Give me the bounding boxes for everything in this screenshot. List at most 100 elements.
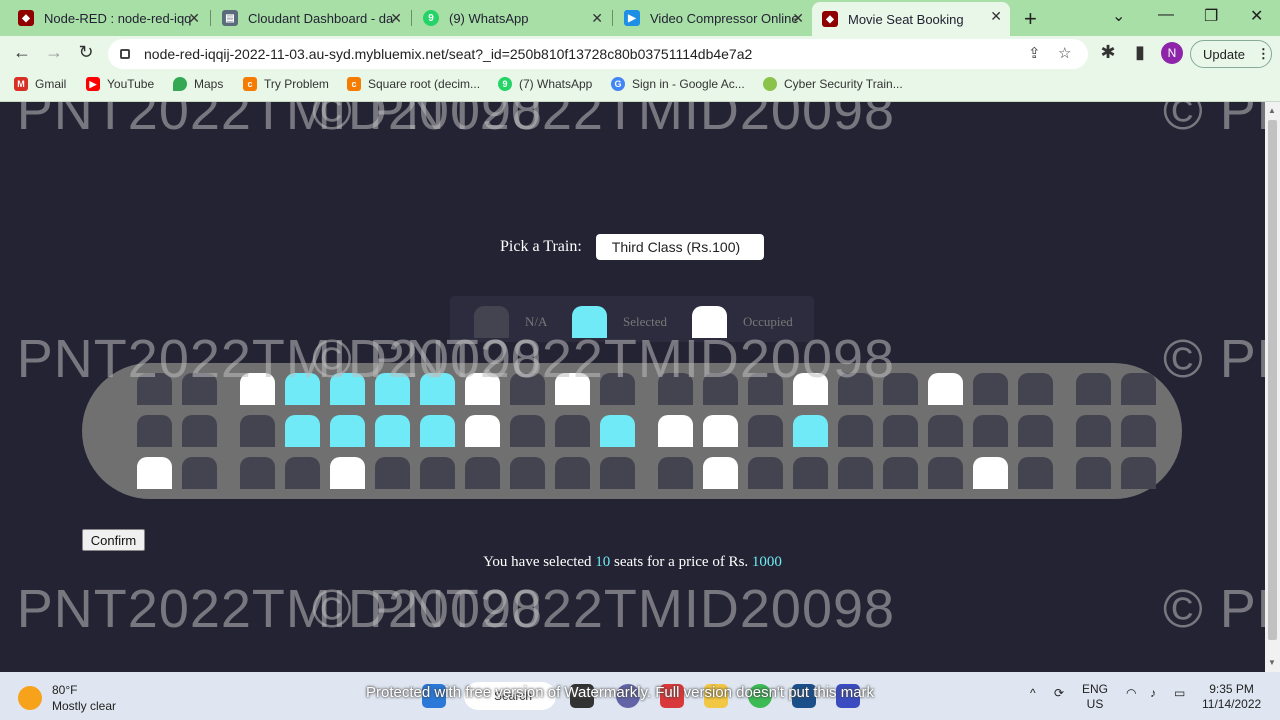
bookmark-google-signin[interactable]: G Sign in - Google Ac... xyxy=(611,77,745,91)
language-indicator[interactable]: ENG US xyxy=(1082,682,1108,712)
seat-available[interactable] xyxy=(748,373,783,405)
seat-available[interactable] xyxy=(420,457,455,489)
seat-available[interactable] xyxy=(465,457,500,489)
seat-selected[interactable] xyxy=(375,415,410,447)
seat-available[interactable] xyxy=(1018,457,1053,489)
volume-icon[interactable]: ♪ xyxy=(1150,686,1156,701)
seat-available[interactable] xyxy=(285,457,320,489)
seat-selected[interactable] xyxy=(420,415,455,447)
bookmark-youtube[interactable]: ▶ YouTube xyxy=(86,77,154,91)
seat-available[interactable] xyxy=(1076,457,1111,489)
star-icon[interactable]: ☆ xyxy=(1058,44,1071,62)
seat-available[interactable] xyxy=(883,373,918,405)
tab-whatsapp[interactable]: 9 (9) WhatsApp ✕ xyxy=(413,4,611,32)
seat-available[interactable] xyxy=(240,457,275,489)
close-icon[interactable]: ✕ xyxy=(591,10,603,27)
seat-selected[interactable] xyxy=(330,415,365,447)
seat-available[interactable] xyxy=(182,373,217,405)
seat-selected[interactable] xyxy=(420,373,455,405)
seat-available[interactable] xyxy=(1076,415,1111,447)
seat-available[interactable] xyxy=(793,457,828,489)
address-bar[interactable]: node-red-iqqij-2022-11-03.au-syd.mybluem… xyxy=(108,39,1088,69)
seat-selected[interactable] xyxy=(793,415,828,447)
bookmark-try-problem[interactable]: c Try Problem xyxy=(243,77,329,91)
close-window-icon[interactable]: ✕ xyxy=(1250,6,1263,26)
sync-icon[interactable]: ⟳ xyxy=(1054,686,1064,701)
seat-available[interactable] xyxy=(838,373,873,405)
seat-available[interactable] xyxy=(600,457,635,489)
minimize-icon[interactable]: — xyxy=(1158,6,1174,24)
seat-available[interactable] xyxy=(658,457,693,489)
seat-available[interactable] xyxy=(510,457,545,489)
update-button[interactable]: Update ⋮ xyxy=(1190,40,1272,68)
seat-available[interactable] xyxy=(510,415,545,447)
seat-available[interactable] xyxy=(928,457,963,489)
seat-available[interactable] xyxy=(748,415,783,447)
side-panel-icon[interactable]: ▮ xyxy=(1128,42,1152,63)
tab-search-icon[interactable]: ⌄ xyxy=(1112,6,1125,26)
bookmark-gmail[interactable]: M Gmail xyxy=(14,77,66,91)
chevron-up-icon[interactable]: ^ xyxy=(1030,686,1036,701)
seat-available[interactable] xyxy=(137,415,172,447)
seat-available[interactable] xyxy=(973,373,1008,405)
seat-available[interactable] xyxy=(1018,373,1053,405)
seat-available[interactable] xyxy=(555,415,590,447)
bookmark-cyber-security[interactable]: Cyber Security Train... xyxy=(763,77,903,91)
confirm-button[interactable]: Confirm xyxy=(82,529,145,551)
seat-available[interactable] xyxy=(1076,373,1111,405)
seat-available[interactable] xyxy=(555,457,590,489)
seat-selected[interactable] xyxy=(285,373,320,405)
extensions-icon[interactable]: ✱ xyxy=(1096,42,1120,63)
seat-available[interactable] xyxy=(748,457,783,489)
forward-arrow-icon[interactable]: → xyxy=(42,42,66,63)
avatar[interactable]: N xyxy=(1161,42,1183,64)
seat-available[interactable] xyxy=(928,415,963,447)
seat-available[interactable] xyxy=(1121,457,1156,489)
close-icon[interactable]: ✕ xyxy=(990,8,1002,25)
tab-video-compressor[interactable]: ▶ Video Compressor Online ✕ xyxy=(614,4,812,32)
seat-selected[interactable] xyxy=(600,415,635,447)
seat-available[interactable] xyxy=(182,415,217,447)
reload-icon[interactable]: ↻ xyxy=(74,42,98,63)
page-scrollbar[interactable]: ▲ ▼ xyxy=(1265,102,1280,672)
clock[interactable]: 9:35 PM 11/14/2022 xyxy=(1202,682,1261,712)
train-class-select[interactable]: Third Class (Rs.100) xyxy=(595,234,764,260)
scroll-down-icon[interactable]: ▼ xyxy=(1268,658,1276,667)
seat-selected[interactable] xyxy=(285,415,320,447)
bookmark-maps[interactable]: Maps xyxy=(173,77,223,91)
seat-available[interactable] xyxy=(658,373,693,405)
seat-available[interactable] xyxy=(137,373,172,405)
tab-cloudant[interactable]: ▤ Cloudant Dashboard - da ✕ xyxy=(212,4,410,32)
tab-movie-seat-booking[interactable]: ◆ Movie Seat Booking ✕ xyxy=(812,2,1010,36)
wifi-icon[interactable]: ◠ xyxy=(1126,686,1136,701)
weather-widget[interactable]: 80°F Mostly clear xyxy=(18,682,116,714)
seat-available[interactable] xyxy=(838,457,873,489)
new-tab-button[interactable]: + xyxy=(1024,6,1037,32)
seat-available[interactable] xyxy=(703,373,738,405)
scroll-up-icon[interactable]: ▲ xyxy=(1268,106,1276,115)
seat-available[interactable] xyxy=(838,415,873,447)
seat-available[interactable] xyxy=(510,373,545,405)
seat-available[interactable] xyxy=(240,415,275,447)
seat-available[interactable] xyxy=(1121,373,1156,405)
close-icon[interactable]: ✕ xyxy=(390,10,402,27)
seat-available[interactable] xyxy=(600,373,635,405)
seat-available[interactable] xyxy=(375,457,410,489)
scrollbar-thumb[interactable] xyxy=(1268,120,1277,640)
restore-icon[interactable]: ❐ xyxy=(1204,6,1218,26)
close-icon[interactable]: ✕ xyxy=(792,10,804,27)
seat-selected[interactable] xyxy=(330,373,365,405)
share-icon[interactable]: ⇪ xyxy=(1028,44,1041,62)
seat-available[interactable] xyxy=(883,457,918,489)
seat-available[interactable] xyxy=(883,415,918,447)
bookmark-square-root[interactable]: c Square root (decim... xyxy=(347,77,480,91)
seat-available[interactable] xyxy=(1018,415,1053,447)
back-arrow-icon[interactable]: ← xyxy=(10,42,34,63)
seat-available[interactable] xyxy=(973,415,1008,447)
seat-selected[interactable] xyxy=(375,373,410,405)
battery-icon[interactable]: ▭ xyxy=(1174,686,1185,701)
seat-available[interactable] xyxy=(182,457,217,489)
seat-available[interactable] xyxy=(1121,415,1156,447)
tab-node-red[interactable]: ◆ Node-RED : node-red-iqq ✕ xyxy=(8,4,208,32)
bookmark-whatsapp[interactable]: 9 (7) WhatsApp xyxy=(498,77,592,91)
